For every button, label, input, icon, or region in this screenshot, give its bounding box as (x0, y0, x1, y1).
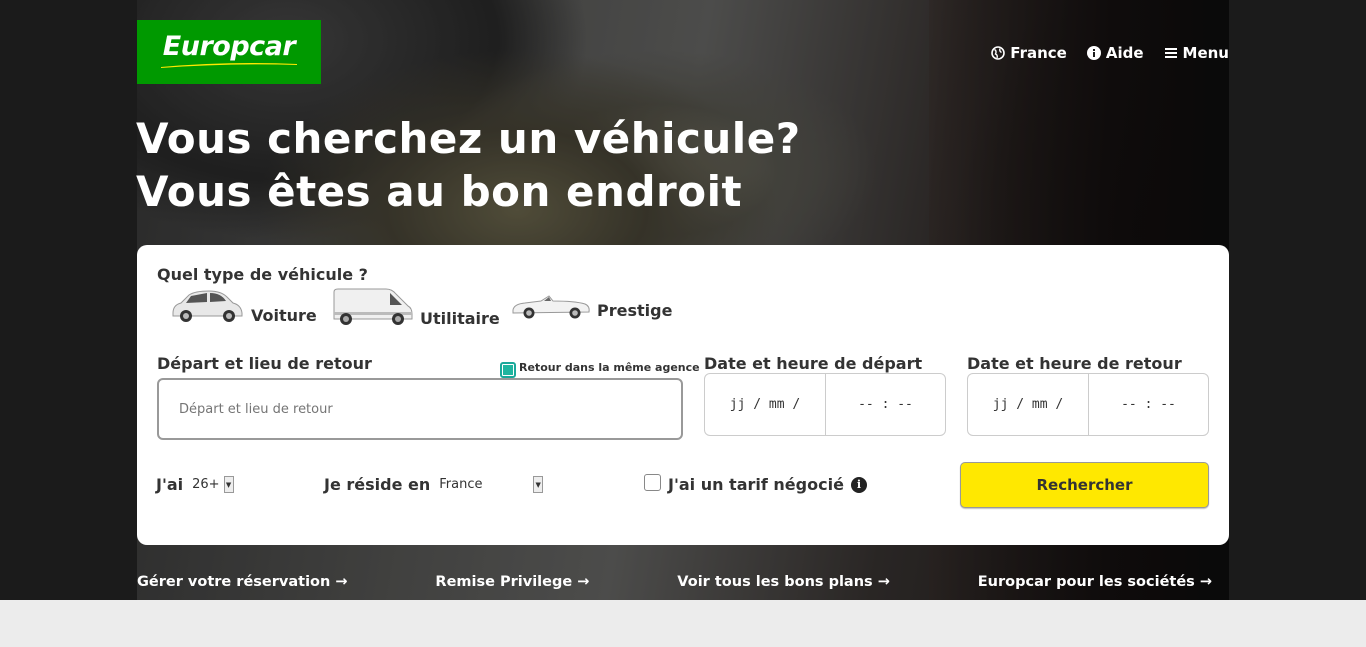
vehicle-type-car[interactable]: Voiture (169, 289, 317, 325)
residence-field: Je réside en France ▼ (324, 475, 544, 494)
booking-form: Quel type de véhicule ? Voiture Utilitai… (137, 245, 1229, 545)
info-icon[interactable]: i (850, 476, 867, 493)
chevron-down-icon: ▼ (223, 476, 234, 493)
age-label: J'ai (156, 475, 184, 494)
link-privilege-discount[interactable]: Remise Privilege → (435, 574, 589, 590)
footer-strip (0, 600, 1366, 647)
return-datetime: jj / mm / -- : -- (967, 373, 1209, 436)
return-time-input[interactable]: -- : -- (1088, 374, 1208, 435)
residence-select-value: France (439, 477, 483, 492)
hero-line-2: Vous êtes au bon endroit (136, 167, 743, 216)
europcar-logo[interactable]: Europcar (137, 20, 321, 84)
hero-headline: Vous cherchez un véhicule? Vous êtes au … (136, 112, 801, 218)
link-deals[interactable]: Voir tous les bons plans → (677, 574, 890, 590)
return-date-input[interactable]: jj / mm / (968, 374, 1088, 435)
link-manage-booking[interactable]: Gérer votre réservation → (137, 574, 348, 590)
vehicle-type-van-label: Utilitaire (420, 309, 500, 328)
nav-country-label: France (1010, 44, 1067, 62)
car-icon (172, 290, 243, 322)
departure-date-input[interactable]: jj / mm / (705, 374, 825, 435)
negotiated-rate-checkbox[interactable] (644, 474, 661, 491)
vehicle-type-car-label: Voiture (251, 306, 317, 325)
negotiated-rate-toggle[interactable]: J'ai un tarif négocié i (644, 474, 867, 494)
quick-links: Gérer votre réservation → Remise Privile… (137, 574, 1212, 590)
chevron-down-icon: ▼ (533, 476, 544, 493)
vehicle-type-prestige-label: Prestige (597, 301, 673, 320)
nav-country[interactable]: France (991, 44, 1067, 62)
link-business[interactable]: Europcar pour les sociétés → (978, 574, 1212, 590)
departure-label: Date et heure de départ (704, 354, 923, 373)
logo-text: Europcar (162, 30, 296, 62)
van-icon (333, 288, 413, 325)
same-agency-label: Retour dans la même agence (519, 361, 700, 374)
globe-icon (991, 46, 1006, 60)
return-label: Date et heure de retour (967, 354, 1182, 373)
nav-help[interactable]: Aide (1086, 44, 1144, 62)
departure-datetime: jj / mm / -- : -- (704, 373, 946, 436)
nav-help-label: Aide (1105, 44, 1144, 62)
vehicle-type-van[interactable]: Utilitaire (332, 288, 500, 328)
top-navigation: France Aide Menu (991, 44, 1229, 62)
residence-select[interactable]: France ▼ (439, 476, 544, 493)
age-select-value: 26+ (192, 477, 220, 492)
nav-menu[interactable]: Menu (1164, 44, 1229, 62)
residence-label: Je réside en (324, 475, 431, 494)
age-field: J'ai 26+ ▼ (156, 475, 234, 494)
departure-time-input[interactable]: -- : -- (825, 374, 945, 435)
vehicle-type-question: Quel type de véhicule ? (157, 265, 368, 284)
info-icon (1086, 46, 1101, 60)
hero-line-1: Vous cherchez un véhicule? (136, 114, 801, 163)
hamburger-icon (1164, 48, 1177, 58)
same-agency-checkbox[interactable] (500, 362, 516, 378)
location-input[interactable] (157, 378, 683, 440)
nav-menu-label: Menu (1182, 44, 1229, 62)
convertible-icon (512, 295, 590, 319)
vehicle-type-prestige[interactable]: Prestige (511, 292, 672, 320)
age-select[interactable]: 26+ ▼ (192, 476, 234, 493)
negotiated-rate-label: J'ai un tarif négocié (668, 475, 844, 494)
same-agency-toggle[interactable]: Retour dans la même agence (500, 357, 700, 378)
logo-swoosh-icon (161, 62, 297, 68)
location-label: Départ et lieu de retour (157, 354, 372, 373)
search-button[interactable]: Rechercher (960, 462, 1209, 508)
